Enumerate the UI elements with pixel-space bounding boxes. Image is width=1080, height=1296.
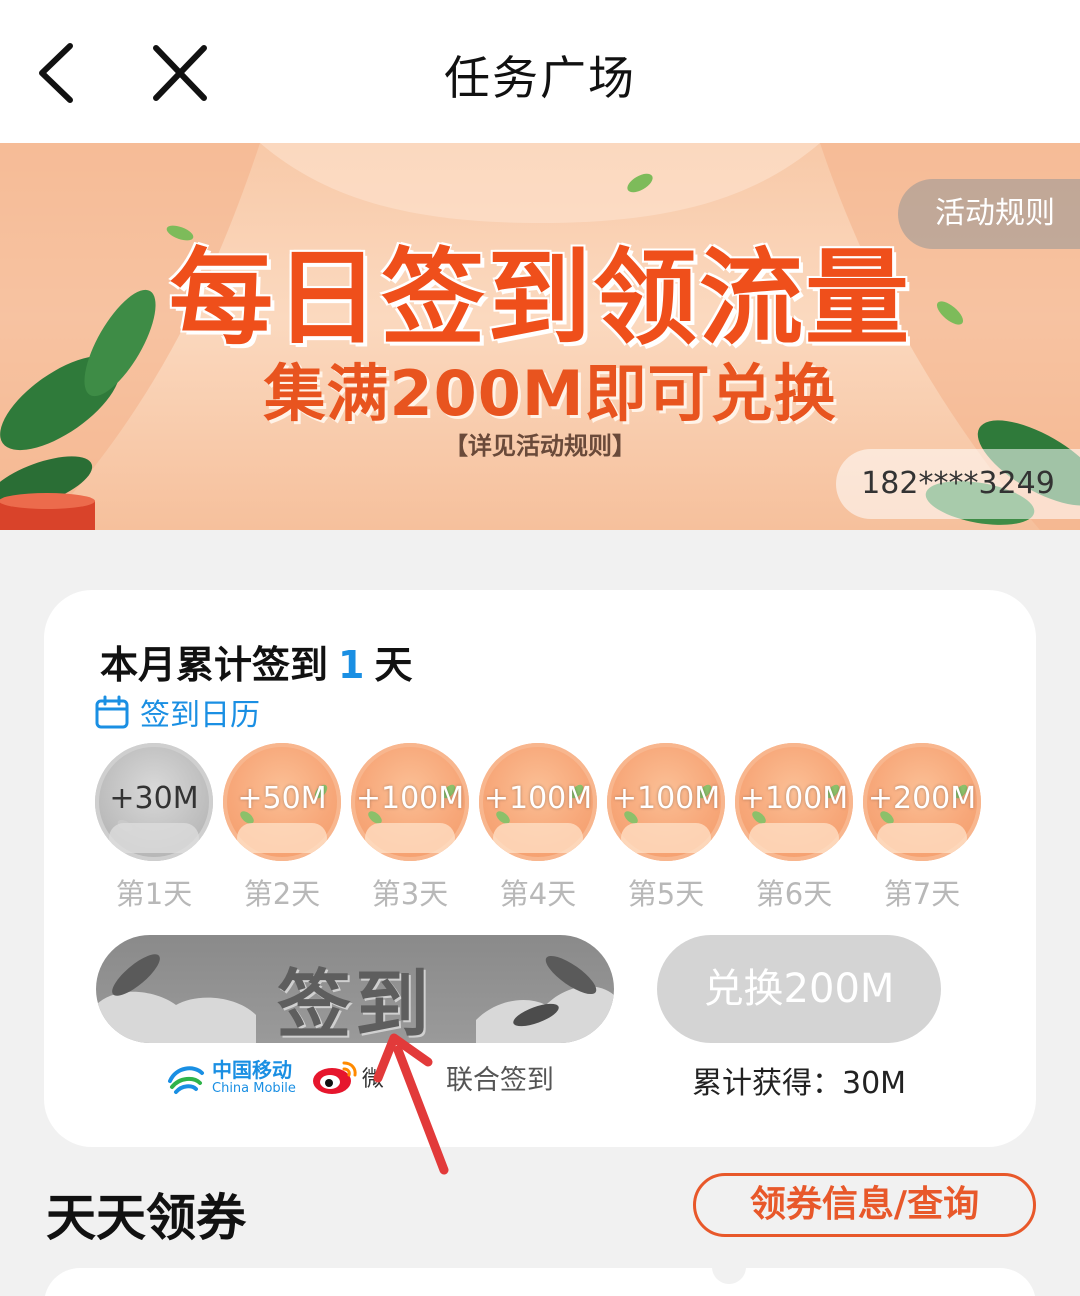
reward-coin: +100M <box>735 743 853 861</box>
reward-amount: +100M <box>739 781 849 816</box>
exchange-button[interactable]: 兑换200M <box>657 935 941 1043</box>
signin-button-label: 签到 <box>277 962 433 1043</box>
day-reward-5: +100M 第5天 <box>606 743 726 913</box>
reward-amount: +30M <box>109 781 199 816</box>
reward-amount: +100M <box>611 781 721 816</box>
signin-button[interactable]: 签到 <box>96 935 614 1043</box>
day-label: 第5天 <box>627 877 705 911</box>
phone-number-badge: 182****3249 <box>836 449 1080 519</box>
day-reward-6: +100M 第6天 <box>734 743 854 913</box>
china-mobile-en: China Mobile <box>212 1080 296 1096</box>
china-mobile-cn: 中国移动 <box>212 1057 292 1082</box>
day-label: 第1天 <box>115 877 193 911</box>
promo-banner[interactable]: 每日签到领流量 集满200M即可兑换 【详见活动规则】 活动规则 182****… <box>0 143 1080 530</box>
day-label: 第7天 <box>883 877 961 911</box>
banner-headline: 每日签到领流量 <box>168 237 911 359</box>
day-reward-7: +200M 第7天 <box>862 743 982 913</box>
day-reward-4: +100M 第4天 <box>478 743 598 913</box>
reward-amount: +100M <box>355 781 465 816</box>
calendar-label: 签到日历 <box>140 698 260 733</box>
day-label: 第6天 <box>755 877 833 911</box>
china-mobile-logo: 中国移动 China Mobile <box>166 1059 296 1095</box>
coupon-section-title: 天天领券 <box>46 1189 246 1247</box>
weibo-icon <box>312 1061 357 1094</box>
signin-calendar-link[interactable]: 签到日历 <box>94 690 260 734</box>
china-mobile-icon <box>168 1066 204 1094</box>
reward-amount: +50M <box>237 781 327 816</box>
reward-coin: +100M <box>351 743 469 861</box>
signin-card: 本月累计签到 1 天 签到日历 +30M 第1天 +50M 第2天 +100M … <box>44 590 1036 1147</box>
month-prefix: 本月累计签到 <box>100 643 329 687</box>
day-reward-3: +100M 第3天 <box>350 743 470 913</box>
reward-coin: +30M <box>95 743 213 861</box>
month-suffix: 天 <box>374 643 413 687</box>
total-earned: 累计获得：30M <box>692 1066 907 1101</box>
coupon-query-button[interactable]: 领券信息/查询 <box>693 1173 1036 1237</box>
banner-subline: 集满200M即可兑换 <box>263 357 837 430</box>
arrow-annotation-icon <box>373 1033 449 1175</box>
day-label: 第3天 <box>371 877 449 911</box>
reward-amount: +200M <box>867 781 977 816</box>
day-reward-1: +30M 第1天 <box>94 743 214 913</box>
reward-coin: +200M <box>863 743 981 861</box>
joint-signin-label: 联合签到 <box>445 1064 554 1096</box>
reward-coin: +100M <box>479 743 597 861</box>
reward-coin: +100M <box>607 743 725 861</box>
signin-days-row: +30M 第1天 +50M 第2天 +100M 第3天 +100M 第4天 +1… <box>94 743 990 911</box>
month-days: 1 <box>338 643 365 687</box>
monthly-signin-count: 本月累计签到 1 天 <box>100 634 412 689</box>
day-label: 第4天 <box>499 877 577 911</box>
day-label: 第2天 <box>243 877 321 911</box>
day-reward-2: +50M 第2天 <box>222 743 342 913</box>
top-bar: 任务广场 <box>0 0 1080 143</box>
partner-logos: 中国移动 China Mobile 微 联合签到 <box>166 1052 554 1102</box>
reward-amount: +100M <box>483 781 593 816</box>
calendar-icon <box>95 695 129 729</box>
reward-coin: +50M <box>223 743 341 861</box>
page-title: 任务广场 <box>444 51 636 105</box>
coupon-card <box>44 1260 1036 1296</box>
activity-rules-button[interactable]: 活动规则 <box>898 179 1080 249</box>
